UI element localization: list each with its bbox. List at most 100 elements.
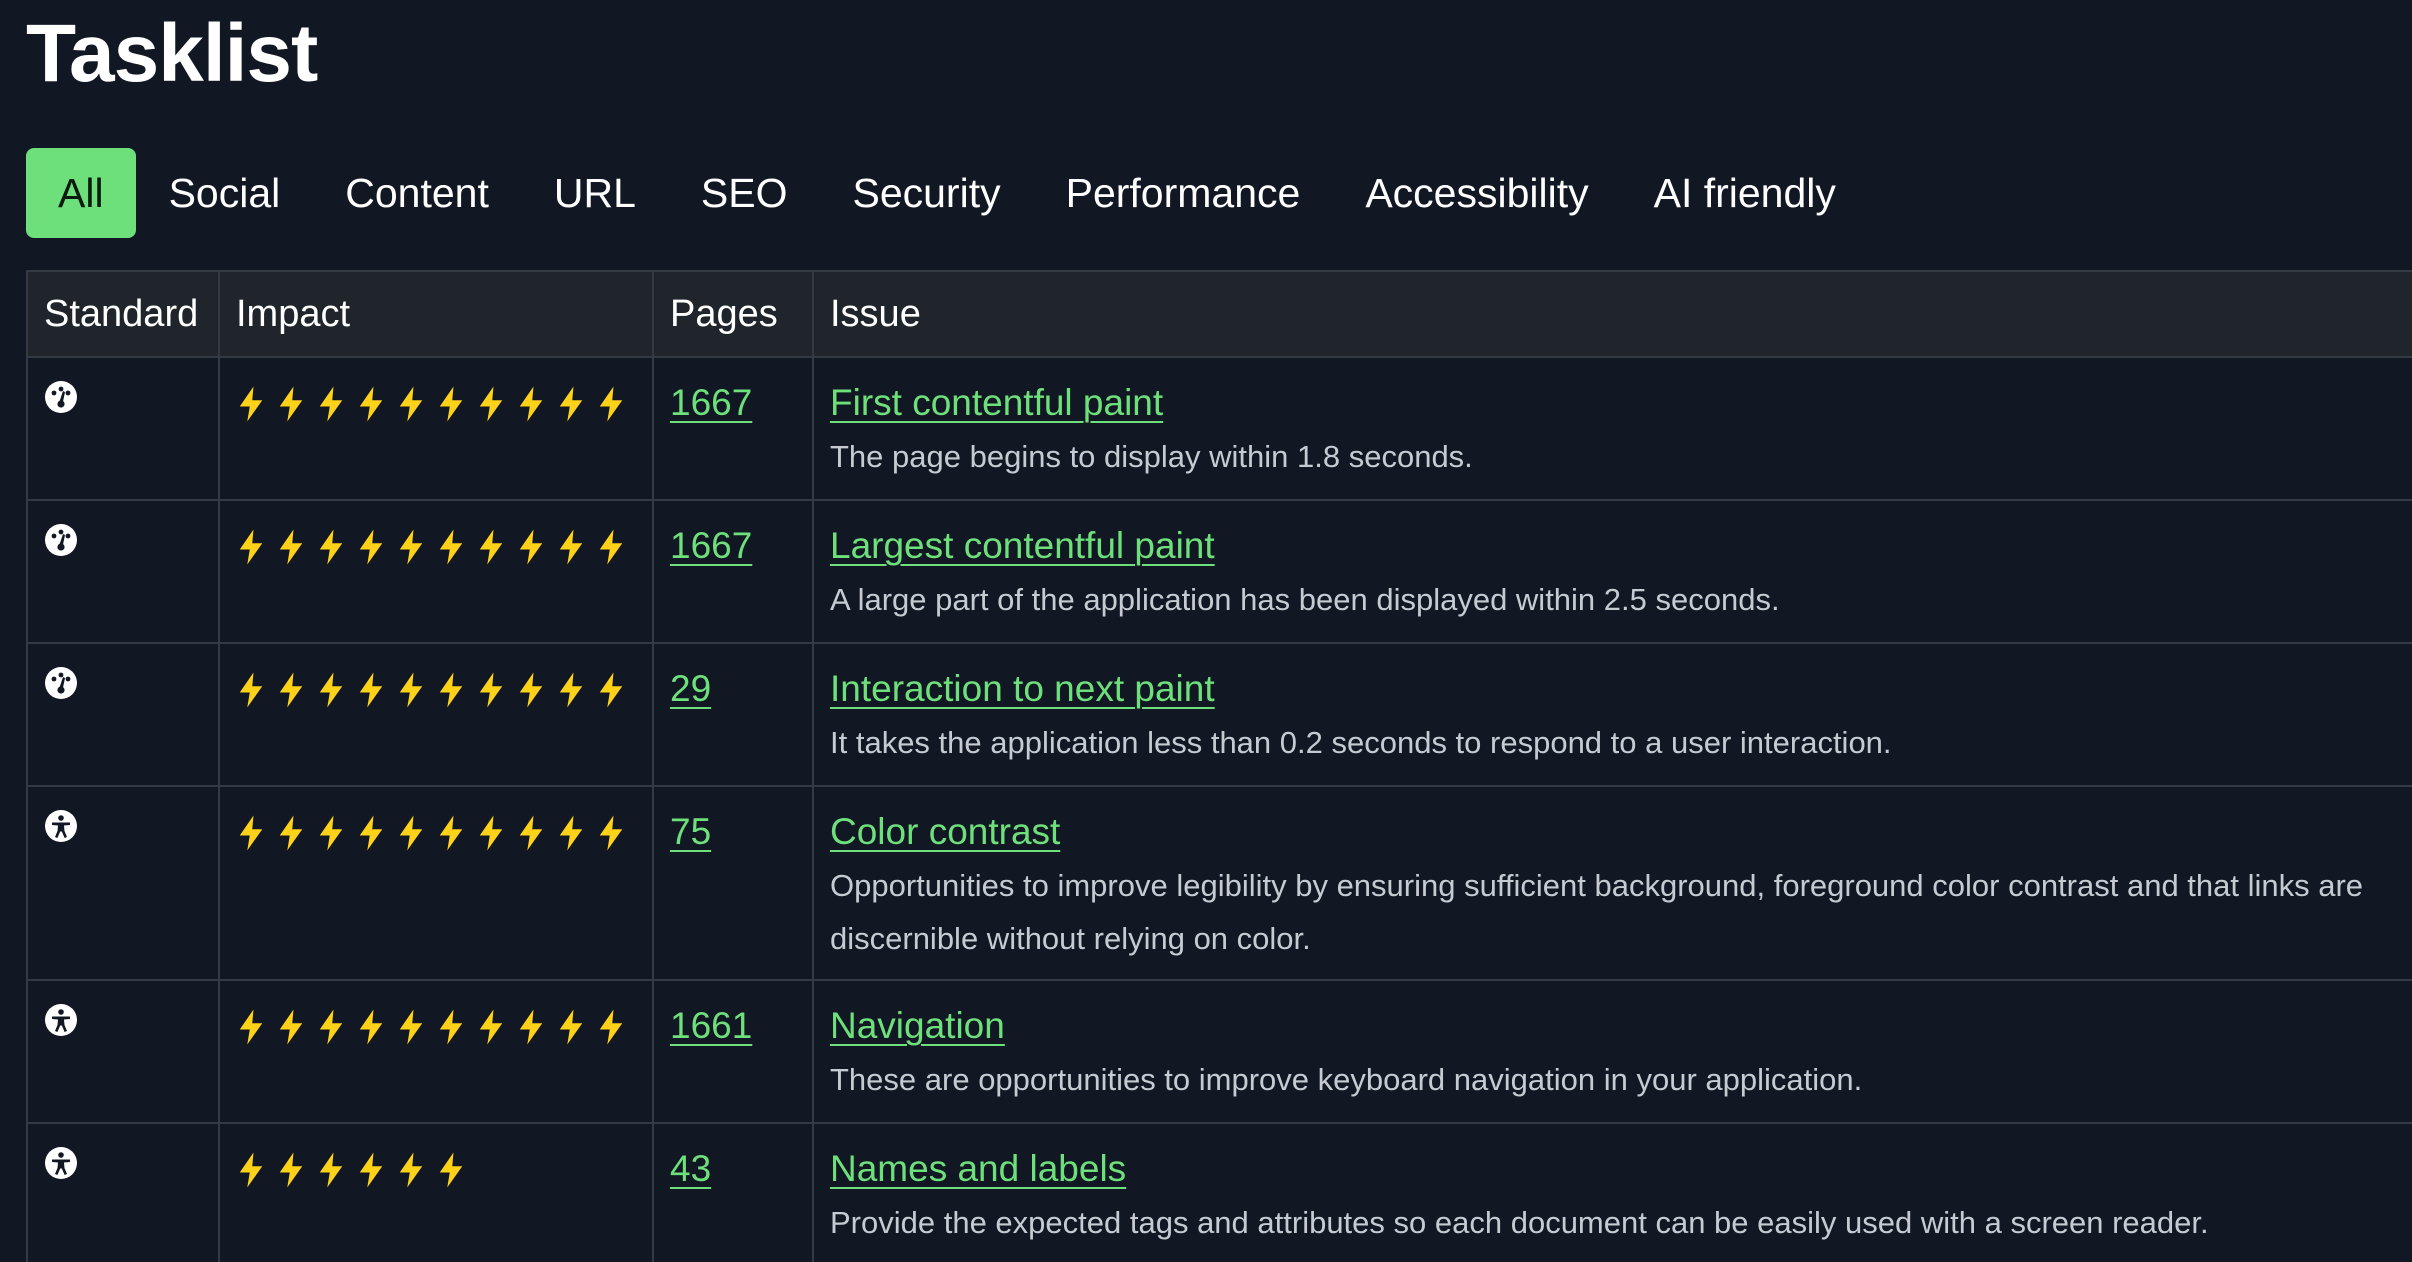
table-header-row: Standard Impact Pages Issue	[26, 270, 2412, 358]
column-header-issue[interactable]: Issue	[812, 270, 2412, 358]
lightning-bolt-icon	[316, 1007, 350, 1049]
table-row: 1661 Navigation These are opportunities …	[26, 979, 2412, 1124]
speedometer-icon	[44, 666, 78, 700]
tab-performance[interactable]: Performance	[1034, 148, 1333, 238]
lightning-bolt-icon	[436, 384, 470, 426]
standard-cell	[26, 499, 220, 644]
lightning-bolt-icon	[396, 1150, 430, 1192]
tab-social[interactable]: Social	[137, 148, 313, 238]
issue-cell: Color contrast Opportunities to improve …	[812, 785, 2412, 981]
lightning-bolt-icon	[476, 384, 510, 426]
issue-description: These are opportunities to improve keybo…	[830, 1062, 1863, 1097]
impact-cell	[218, 979, 654, 1124]
tab-security[interactable]: Security	[820, 148, 1032, 238]
lightning-bolt-icon	[396, 527, 430, 569]
page-title: Tasklist	[26, 8, 318, 99]
lightning-bolt-icon	[516, 670, 550, 712]
lightning-bolt-icon	[236, 813, 270, 855]
issue-description: Provide the expected tags and attributes…	[830, 1205, 2209, 1240]
pages-count-link[interactable]: 43	[670, 1148, 711, 1189]
tasklist-table-container: Standard Impact Pages Issue 1667 First c…	[26, 270, 2412, 1262]
impact-rating	[236, 811, 636, 853]
impact-rating	[236, 668, 636, 710]
pages-count-link[interactable]: 1667	[670, 525, 752, 566]
lightning-bolt-icon	[596, 1007, 630, 1049]
column-header-impact[interactable]: Impact	[218, 270, 654, 358]
pages-cell: 1667	[652, 499, 814, 644]
column-header-standard[interactable]: Standard	[26, 270, 220, 358]
standard-cell	[26, 979, 220, 1124]
lightning-bolt-icon	[356, 384, 390, 426]
issue-cell: Navigation These are opportunities to im…	[812, 979, 2412, 1124]
tab-url[interactable]: URL	[522, 148, 668, 238]
table-row: 75 Color contrast Opportunities to impro…	[26, 785, 2412, 981]
issue-title-link[interactable]: Color contrast	[830, 805, 2412, 859]
lightning-bolt-icon	[316, 527, 350, 569]
lightning-bolt-icon	[436, 1007, 470, 1049]
pages-count-link[interactable]: 29	[670, 668, 711, 709]
lightning-bolt-icon	[436, 527, 470, 569]
tasklist-table: Standard Impact Pages Issue 1667 First c…	[26, 270, 2412, 1262]
accessibility-icon	[44, 1003, 78, 1037]
pages-count-link[interactable]: 75	[670, 811, 711, 852]
standard-cell	[26, 356, 220, 501]
table-row: 1667 First contentful paint The page beg…	[26, 356, 2412, 501]
issue-description: A large part of the application has been…	[830, 582, 1780, 617]
table-row: 29 Interaction to next paint It takes th…	[26, 642, 2412, 787]
standard-cell	[26, 642, 220, 787]
lightning-bolt-icon	[516, 527, 550, 569]
lightning-bolt-icon	[236, 1150, 270, 1192]
tab-seo[interactable]: SEO	[669, 148, 820, 238]
lightning-bolt-icon	[276, 1150, 310, 1192]
lightning-bolt-icon	[596, 527, 630, 569]
lightning-bolt-icon	[316, 813, 350, 855]
lightning-bolt-icon	[276, 1007, 310, 1049]
lightning-bolt-icon	[396, 813, 430, 855]
lightning-bolt-icon	[556, 813, 590, 855]
issue-title-link[interactable]: Navigation	[830, 999, 2412, 1053]
issue-cell: Largest contentful paint A large part of…	[812, 499, 2412, 644]
lightning-bolt-icon	[236, 384, 270, 426]
issue-description: The page begins to display within 1.8 se…	[830, 439, 1473, 474]
accessibility-icon	[44, 809, 78, 843]
tab-all[interactable]: All	[26, 148, 136, 238]
lightning-bolt-icon	[276, 670, 310, 712]
filter-tabs: All Social Content URL SEO Security Perf…	[26, 148, 1869, 238]
impact-rating	[236, 525, 636, 567]
pages-count-link[interactable]: 1667	[670, 382, 752, 423]
issue-title-link[interactable]: Largest contentful paint	[830, 519, 2412, 573]
pages-cell: 1661	[652, 979, 814, 1124]
issue-cell: Interaction to next paint It takes the a…	[812, 642, 2412, 787]
issue-description: Opportunities to improve legibility by e…	[830, 868, 2364, 956]
lightning-bolt-icon	[596, 384, 630, 426]
pages-cell: 75	[652, 785, 814, 981]
pages-cell: 43	[652, 1122, 814, 1262]
lightning-bolt-icon	[396, 670, 430, 712]
speedometer-icon	[44, 523, 78, 557]
impact-cell	[218, 1122, 654, 1262]
lightning-bolt-icon	[356, 670, 390, 712]
lightning-bolt-icon	[236, 1007, 270, 1049]
lightning-bolt-icon	[556, 384, 590, 426]
issue-title-link[interactable]: Names and labels	[830, 1142, 2412, 1196]
lightning-bolt-icon	[356, 813, 390, 855]
lightning-bolt-icon	[356, 527, 390, 569]
issue-cell: Names and labels Provide the expected ta…	[812, 1122, 2412, 1262]
impact-rating	[236, 1005, 636, 1047]
issue-title-link[interactable]: First contentful paint	[830, 376, 2412, 430]
standard-cell	[26, 785, 220, 981]
pages-cell: 1667	[652, 356, 814, 501]
lightning-bolt-icon	[356, 1150, 390, 1192]
lightning-bolt-icon	[476, 670, 510, 712]
tab-accessibility[interactable]: Accessibility	[1333, 148, 1620, 238]
impact-rating	[236, 1148, 476, 1190]
tab-ai-friendly[interactable]: AI friendly	[1622, 148, 1868, 238]
pages-count-link[interactable]: 1661	[670, 1005, 752, 1046]
lightning-bolt-icon	[236, 527, 270, 569]
standard-cell	[26, 1122, 220, 1262]
issue-title-link[interactable]: Interaction to next paint	[830, 662, 2412, 716]
lightning-bolt-icon	[556, 670, 590, 712]
issue-cell: First contentful paint The page begins t…	[812, 356, 2412, 501]
tab-content[interactable]: Content	[313, 148, 521, 238]
column-header-pages[interactable]: Pages	[652, 270, 814, 358]
